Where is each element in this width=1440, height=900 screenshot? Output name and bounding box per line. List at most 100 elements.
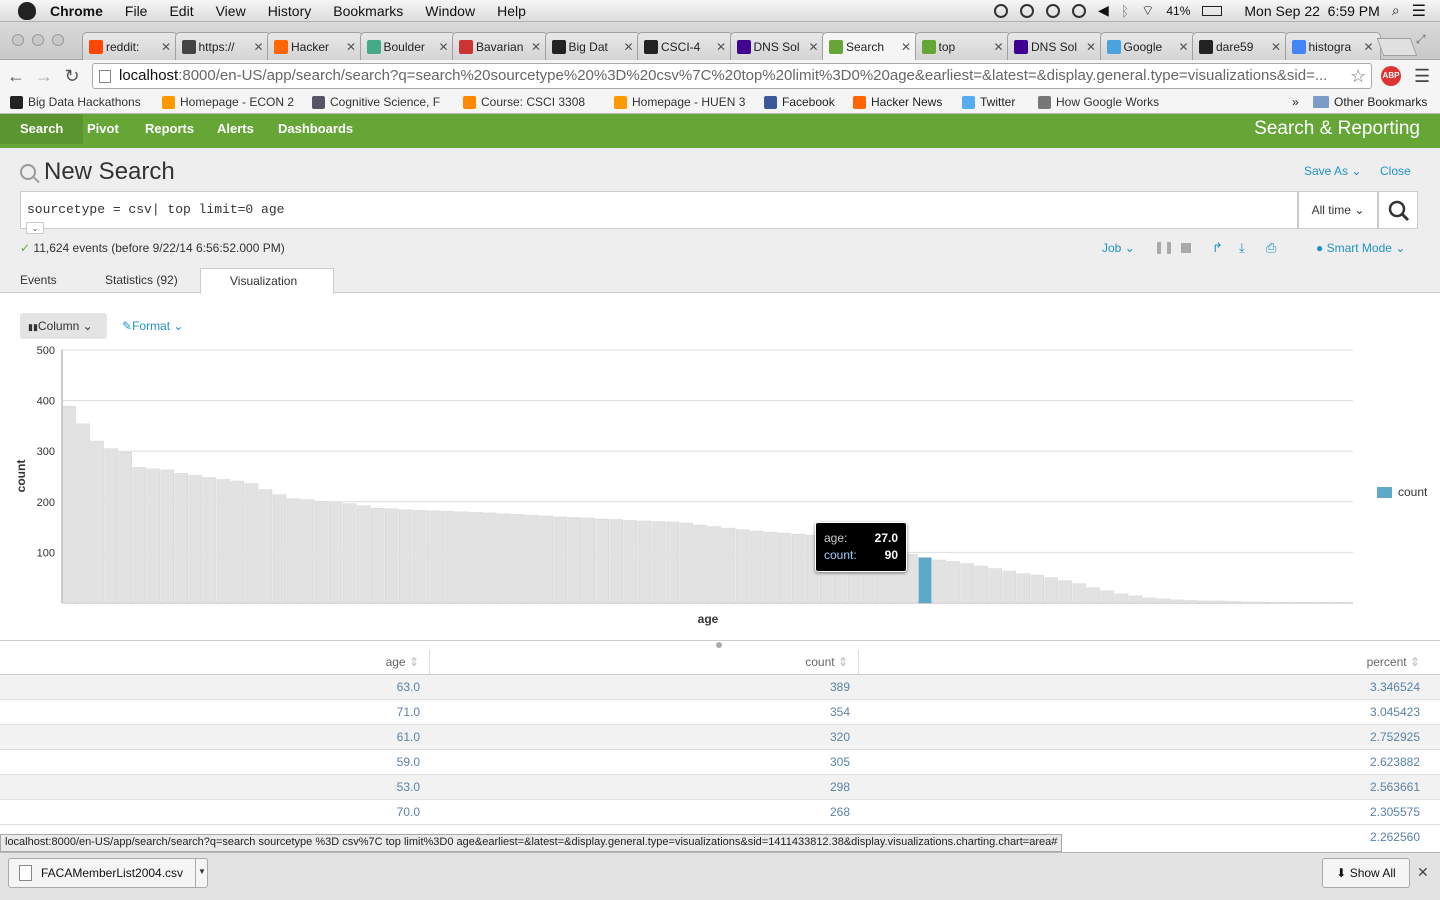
chart-bar[interactable]: [1226, 601, 1241, 604]
pause-icon[interactable]: ❚❚: [1154, 240, 1174, 254]
bookmark-item[interactable]: Homepage - ECON 2: [162, 95, 294, 109]
bookmark-item[interactable]: Facebook: [764, 95, 835, 109]
chart-bar[interactable]: [370, 508, 385, 604]
chart-bar[interactable]: [1339, 602, 1353, 604]
chart-bar[interactable]: [623, 520, 638, 604]
chart-bar[interactable]: [581, 517, 595, 604]
tab-close-icon[interactable]: ✕: [531, 40, 541, 54]
browser-tab[interactable]: DNS Sol ✕: [1007, 32, 1103, 60]
job-menu[interactable]: Job ⌄: [1102, 241, 1135, 255]
chart-bar[interactable]: [188, 475, 203, 604]
chart-bar[interactable]: [791, 533, 806, 604]
chart-bar[interactable]: [511, 514, 525, 604]
chart-bar[interactable]: [1156, 598, 1171, 604]
browser-tab[interactable]: CSCI-4 ✕: [637, 32, 733, 60]
new-tab-button[interactable]: [1376, 38, 1418, 56]
tab-close-icon[interactable]: ✕: [993, 40, 1003, 54]
notification-icon[interactable]: [994, 3, 1008, 18]
browser-tab[interactable]: https:// ✕: [174, 32, 271, 60]
close-button[interactable]: Close: [1380, 164, 1411, 178]
search-input[interactable]: sourcetype = csv| top limit=0 age: [20, 191, 1298, 229]
menu-bookmarks[interactable]: Bookmarks: [333, 3, 403, 19]
chart-bar[interactable]: [497, 513, 511, 604]
bookmark-item[interactable]: How Google Works: [1038, 95, 1159, 109]
tab-close-icon[interactable]: ✕: [808, 40, 818, 54]
chart-bar[interactable]: [707, 526, 722, 604]
chart-bar[interactable]: [525, 515, 539, 604]
volume-icon[interactable]: ◀: [1098, 2, 1109, 19]
browser-tab[interactable]: reddit: ✕: [82, 32, 178, 60]
chart-bar[interactable]: [118, 451, 132, 604]
chart-bar[interactable]: [146, 468, 160, 604]
search-mode-menu[interactable]: ● Smart Mode ⌄: [1316, 241, 1405, 255]
chart-bar[interactable]: [174, 473, 189, 604]
chart-bar[interactable]: [567, 517, 581, 604]
chart-bar[interactable]: [1044, 577, 1059, 604]
chart-bar[interactable]: [1269, 602, 1283, 604]
tab-visualization[interactable]: Visualization: [200, 268, 334, 294]
chart-bar[interactable]: [1184, 600, 1199, 604]
nav-dashboards[interactable]: Dashboards: [278, 121, 353, 136]
chart-bar[interactable]: [413, 510, 427, 604]
nav-pivot[interactable]: Pivot: [87, 121, 119, 136]
chart-bar[interactable]: [244, 483, 259, 604]
table-row[interactable]: 59.0 305 2.623882: [0, 750, 1440, 775]
chart-bar[interactable]: [1255, 601, 1269, 604]
chart-bar[interactable]: [1311, 602, 1325, 604]
menu-help[interactable]: Help: [497, 3, 526, 19]
chart-bar[interactable]: [160, 469, 175, 604]
list-icon[interactable]: ☰: [1412, 1, 1426, 21]
chart-bar[interactable]: [1198, 600, 1213, 604]
browser-tab[interactable]: Big Dat ✕: [544, 32, 641, 60]
chart-bar[interactable]: [665, 521, 680, 604]
chart-bar[interactable]: [399, 509, 413, 604]
browser-tab[interactable]: Bavarian ✕: [452, 32, 548, 60]
chart-bar[interactable]: [679, 522, 694, 604]
battery-percent[interactable]: 41%: [1166, 4, 1190, 18]
table-row[interactable]: 70.0 268 2.305575: [0, 800, 1440, 825]
chart-bar[interactable]: [230, 480, 245, 604]
browser-tab[interactable]: Google ✕: [1099, 32, 1196, 60]
chart-bar[interactable]: [132, 467, 146, 604]
chart-bar[interactable]: [988, 568, 1002, 604]
tab-close-icon[interactable]: ✕: [623, 40, 633, 54]
chart-bar[interactable]: [1114, 593, 1129, 604]
chart-bar[interactable]: [651, 521, 666, 604]
tab-close-icon[interactable]: ✕: [438, 40, 448, 54]
bookmark-item[interactable]: Twitter: [962, 95, 1015, 109]
chart-bar[interactable]: [314, 501, 329, 604]
browser-tab[interactable]: Hacker ✕: [267, 32, 363, 60]
menu-file[interactable]: File: [125, 3, 148, 19]
search-submit-button[interactable]: [1378, 191, 1418, 229]
nav-alerts[interactable]: Alerts: [217, 121, 254, 136]
chart-bar[interactable]: [1100, 590, 1115, 604]
chart-bar[interactable]: [763, 531, 778, 604]
column-header-count[interactable]: count ⇕: [430, 650, 859, 675]
bookmark-item[interactable]: Big Data Hackathons: [10, 95, 141, 109]
chart-bar[interactable]: [90, 440, 104, 604]
format-button[interactable]: ✎Format ⌄: [114, 313, 191, 339]
back-arrow-icon[interactable]: ←: [4, 66, 28, 87]
battery-icon[interactable]: [1202, 5, 1223, 16]
chart-bar[interactable]: [1016, 573, 1031, 604]
chart-bar[interactable]: [1072, 583, 1087, 604]
menu-app-chrome[interactable]: Chrome: [50, 3, 103, 19]
menu-history[interactable]: History: [268, 3, 312, 19]
forward-arrow-icon[interactable]: →: [32, 66, 56, 87]
chart-bar[interactable]: [1030, 574, 1045, 604]
chart-type-button[interactable]: ▮▮Column ⌄: [20, 313, 107, 339]
bookmark-item[interactable]: Course: CSCI 3308: [463, 95, 585, 109]
chart-bar[interactable]: [595, 518, 610, 604]
dropbox-icon[interactable]: [1046, 3, 1060, 18]
menu-window[interactable]: Window: [425, 3, 475, 19]
download-menu-arrow[interactable]: ▼: [195, 858, 208, 888]
tab-close-icon[interactable]: ✕: [901, 40, 911, 54]
chart-bar[interactable]: [960, 563, 974, 604]
chart-bar[interactable]: [1002, 570, 1016, 604]
tab-close-icon[interactable]: ✕: [1363, 40, 1373, 54]
chart-bar[interactable]: [637, 520, 652, 604]
chart-bar[interactable]: [469, 512, 483, 604]
browser-tab[interactable]: DNS Sol ✕: [729, 32, 826, 60]
export-icon[interactable]: ⤓: [1239, 240, 1245, 256]
chart-bar[interactable]: [1240, 601, 1255, 604]
